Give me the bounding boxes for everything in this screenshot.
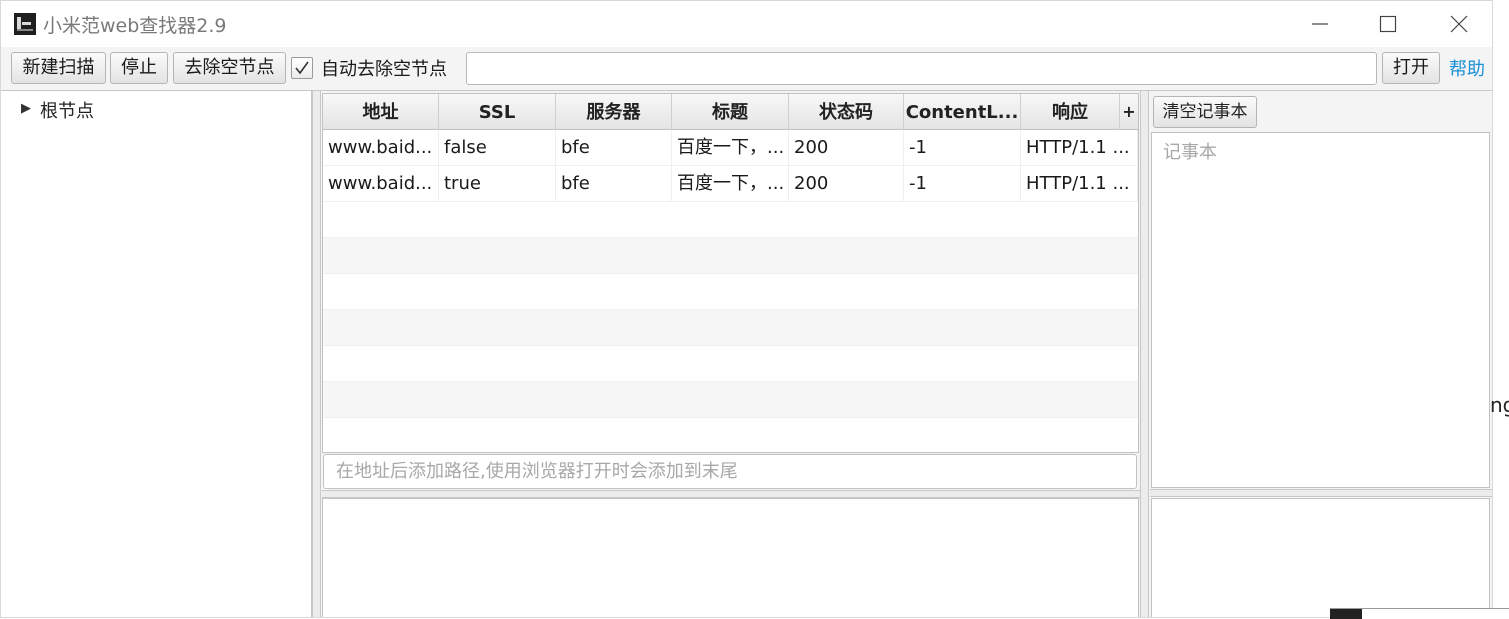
clear-notes-button[interactable]: 清空记事本 [1153,96,1257,128]
cell-content-length: -1 [904,166,1021,202]
table-header: 地址 SSL 服务器 标题 状态码 ContentL... 响应 + [323,94,1138,130]
cell-address: www.baid... [323,166,439,202]
maximize-button[interactable] [1353,1,1423,47]
empty-table-row [323,346,1138,382]
column-header-ssl[interactable]: SSL [439,94,556,130]
cell-ssl: true [439,166,556,202]
empty-table-row [323,418,1138,454]
cell-server: bfe [556,166,672,202]
notepad-textarea[interactable]: 记事本 [1151,132,1490,488]
stop-button[interactable]: 停止 [110,52,168,84]
cell-title: 百度一下，... [672,130,789,166]
help-link[interactable]: 帮助 [1449,55,1485,81]
auto-remove-label: 自动去除空节点 [321,59,447,80]
column-header-status-code[interactable]: 状态码 [789,94,904,130]
empty-table-row [323,202,1138,238]
site-tree[interactable]: ▶ 根节点 [1,91,312,617]
auto-remove-checkbox[interactable] [291,57,313,79]
minimize-icon [1312,23,1328,25]
cell-content-length: -1 [904,130,1021,166]
results-table: 地址 SSL 服务器 标题 状态码 ContentL... 响应 + www.b… [322,93,1139,454]
title-bar: 小米范web查找器2.9 [1,1,1492,47]
response-detail-area[interactable] [322,498,1139,617]
background-window-strip [1330,608,1509,619]
empty-table-row [323,274,1138,310]
column-header-content-length[interactable]: ContentL... [904,94,1021,130]
toolbar: 新建扫描 停止 去除空节点 自动去除空节点 打开 帮助 [1,47,1492,91]
maximize-icon [1379,15,1397,33]
remove-empty-nodes-button[interactable]: 去除空节点 [173,52,286,84]
add-column-button[interactable]: + [1120,94,1138,130]
cell-ssl: false [439,130,556,166]
url-input[interactable] [466,52,1377,85]
tree-root-node[interactable]: 根节点 [40,97,94,123]
new-scan-button[interactable]: 新建扫描 [11,52,106,84]
center-horizontal-splitter[interactable] [322,490,1140,498]
cell-address: www.baid... [323,130,439,166]
minimize-button[interactable] [1285,1,1355,47]
cell-response: HTTP/1.1 ... [1021,130,1138,166]
right-splitter[interactable] [1140,91,1149,617]
cell-server: bfe [556,130,672,166]
column-header-address[interactable]: 地址 [323,94,439,130]
empty-table-row [323,310,1138,346]
right-bottom-panel [1151,498,1490,617]
cell-title: 百度一下，... [672,166,789,202]
column-header-server[interactable]: 服务器 [556,94,672,130]
table-row[interactable]: www.baid... false bfe 百度一下，... 200 -1 HT… [323,130,1138,166]
path-suffix-input[interactable]: 在地址后添加路径,使用浏览器打开时会添加到末尾 [323,454,1137,489]
open-button[interactable]: 打开 [1382,52,1440,84]
app-window: 小米范web查找器2.9 新建扫描 停止 去除空节点 自动去除空节点 打开 帮助… [0,0,1493,618]
column-header-title[interactable]: 标题 [672,94,789,130]
left-splitter[interactable] [312,91,321,617]
table-row[interactable]: www.baid... true bfe 百度一下，... 200 -1 HTT… [323,166,1138,202]
empty-table-row [323,382,1138,418]
background-window-text: ng [1490,393,1509,417]
notepad-placeholder: 记事本 [1163,142,1217,163]
cell-status-code: 200 [789,130,904,166]
app-logo-icon [14,13,36,35]
window-title: 小米范web查找器2.9 [43,15,227,37]
checkmark-icon [295,61,309,75]
cell-response: HTTP/1.1 ... [1021,166,1138,202]
close-button[interactable] [1424,1,1492,47]
expand-arrow-icon[interactable]: ▶ [21,101,31,116]
cell-status-code: 200 [789,166,904,202]
empty-table-row [323,238,1138,274]
column-header-response[interactable]: 响应 [1021,94,1120,130]
close-icon [1450,15,1468,33]
right-horizontal-splitter[interactable] [1150,489,1492,497]
